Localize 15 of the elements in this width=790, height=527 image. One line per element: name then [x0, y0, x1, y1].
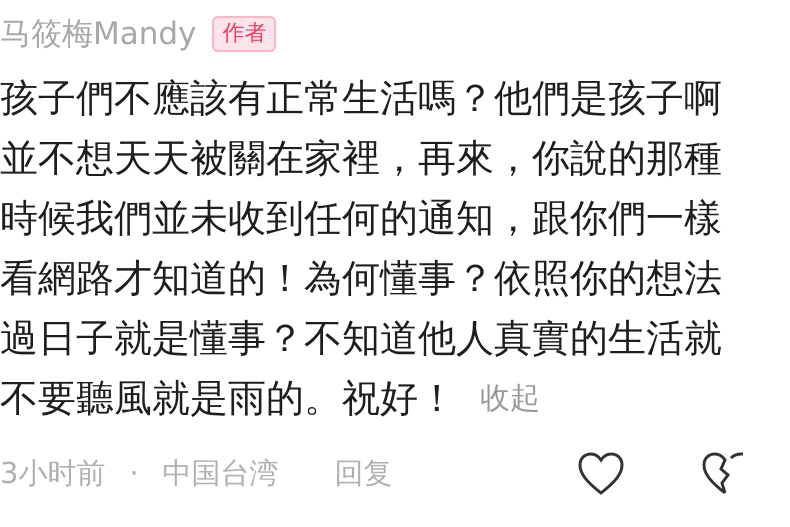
- comment-text-line: 孩子們不應該有正常生活嗎？他們是孩子啊: [0, 75, 723, 122]
- separator-dot: ·: [129, 455, 139, 492]
- username[interactable]: 马筱梅Mandy: [0, 18, 196, 50]
- broken-heart-icon[interactable]: [700, 452, 743, 496]
- comment-text-line: 時候我們並未收到任何的通知，跟你們一樣: [0, 195, 723, 242]
- reply-link[interactable]: 回复: [334, 452, 393, 496]
- comment-text-line: 看網路才知道的！為何懂事？依照你的想法: [0, 255, 723, 302]
- collapse-link[interactable]: 收起: [480, 376, 540, 420]
- timestamp: 3小时前: [0, 455, 106, 492]
- comment-text-line: 過日子就是懂事？不知道他人真實的生活就: [0, 315, 723, 362]
- comment-text-line: 並不想天天被關在家裡，再來，你說的那種: [0, 135, 723, 182]
- heart-icon[interactable]: [576, 452, 625, 496]
- author-tag: 作者: [212, 16, 276, 52]
- comment-text-line: 不要聽風就是雨的。祝好！: [0, 375, 456, 422]
- location: 中国台湾: [162, 455, 279, 492]
